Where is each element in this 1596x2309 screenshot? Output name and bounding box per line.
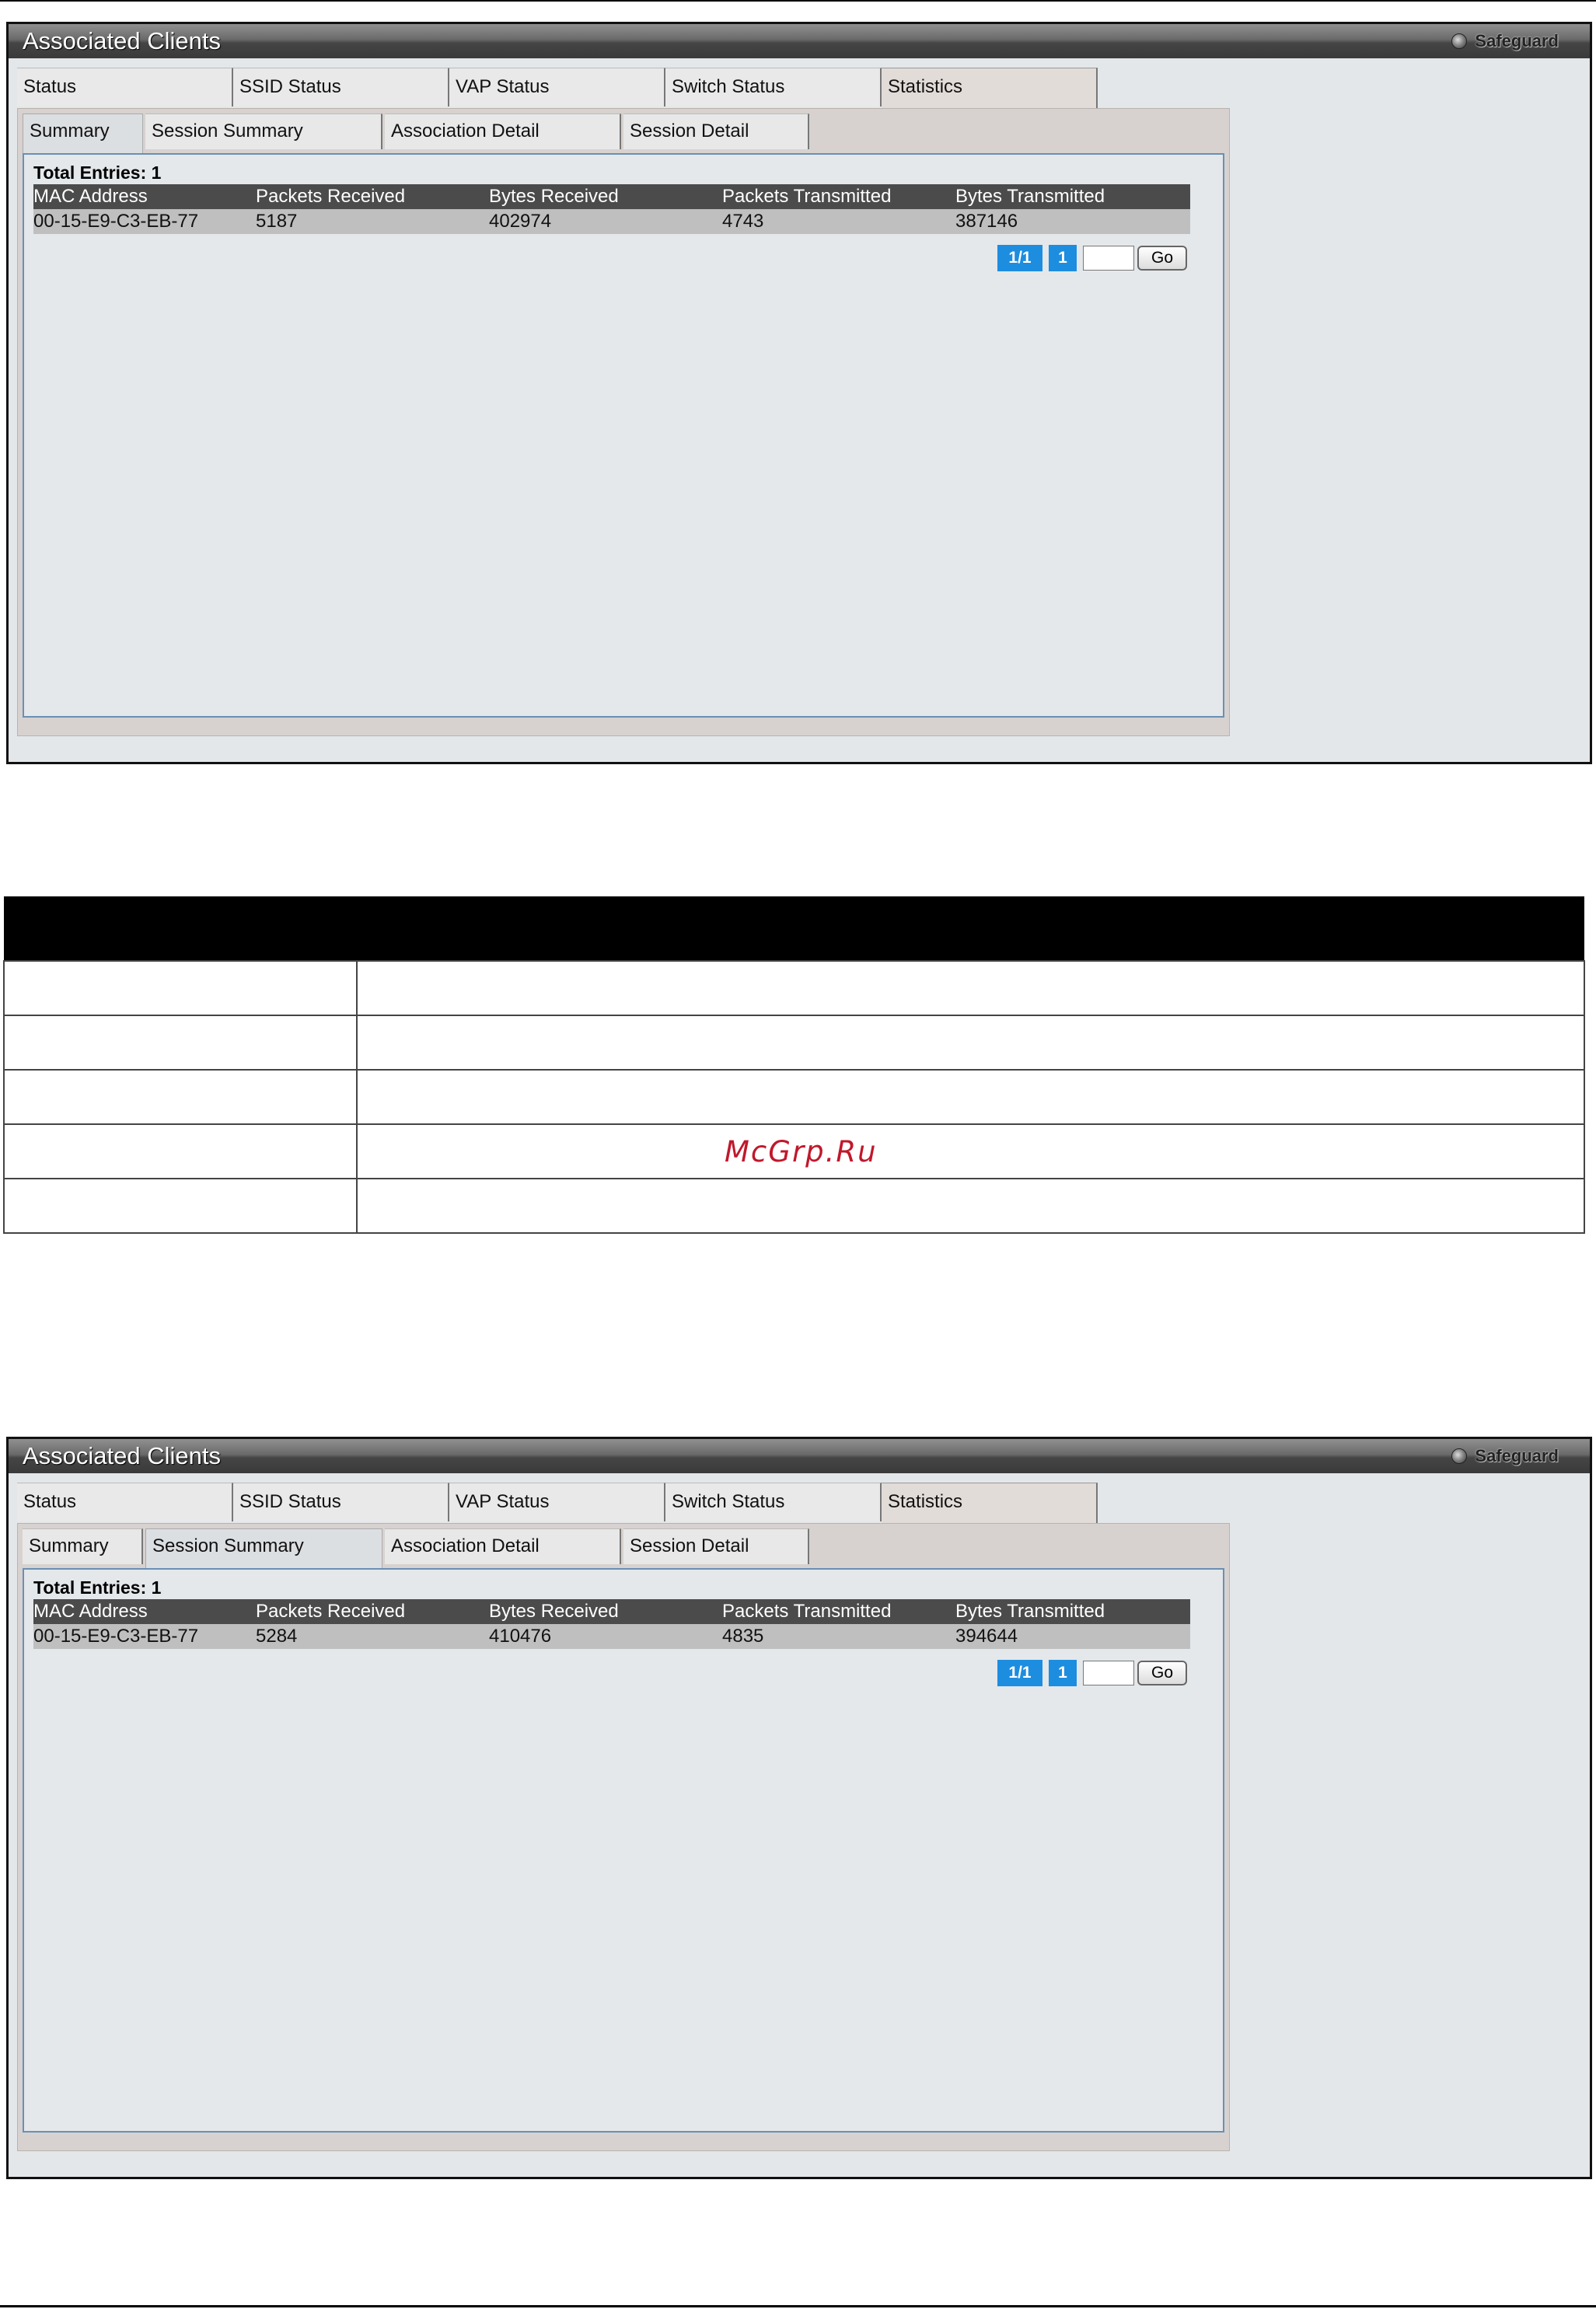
table-row[interactable]: 00-15-E9-C3-EB-77 5187 402974 4743 38714… (33, 209, 1190, 234)
panel-title: Associated Clients (23, 1442, 222, 1469)
sub-tab-bar: Summary Session Summary Association Deta… (23, 114, 812, 154)
subtab-summary[interactable]: Summary (23, 1528, 143, 1564)
cell-bytes-transmitted: 394644 (955, 1626, 1018, 1647)
cell-mac-address: 00-15-E9-C3-EB-77 (33, 211, 199, 232)
col-packets-received: Packets Received (256, 1601, 406, 1622)
cell-packets-received: 5187 (256, 211, 298, 232)
page-number-input[interactable] (1083, 1661, 1134, 1685)
panel-titlebar: Associated Clients Safeguard (9, 1439, 1590, 1473)
go-button[interactable]: Go (1137, 246, 1187, 271)
subtab-summary[interactable]: Summary (23, 114, 143, 154)
cell-bytes-received: 410476 (489, 1626, 552, 1647)
statistics-frame: Summary Session Summary Association Deta… (17, 108, 1230, 736)
tab-ssid-status[interactable]: SSID Status (233, 1483, 449, 1521)
go-button[interactable]: Go (1137, 1661, 1187, 1685)
clients-table: MAC Address Packets Received Bytes Recei… (33, 1599, 1190, 1649)
col-packets-transmitted: Packets Transmitted (722, 1601, 892, 1622)
table-header (4, 896, 1584, 961)
subtab-session-detail[interactable]: Session Detail (623, 1528, 809, 1564)
associated-clients-panel-summary: Associated Clients Safeguard Status SSID… (6, 22, 1592, 764)
col-mac-address: MAC Address (33, 1601, 148, 1622)
col-bytes-transmitted: Bytes Transmitted (955, 1601, 1105, 1622)
table-row (3, 1015, 1585, 1071)
page-of-indicator: 1/1 (997, 245, 1042, 271)
tab-switch-status[interactable]: Switch Status (665, 68, 882, 107)
col-packets-transmitted: Packets Transmitted (722, 186, 892, 207)
table-row (3, 960, 1585, 1016)
pagination: 1/1 1 Go (997, 1660, 1187, 1686)
tab-statistics[interactable]: Statistics (882, 1483, 1098, 1525)
watermark-text: McGrp.Ru (725, 1135, 878, 1168)
col-mac-address: MAC Address (33, 186, 148, 207)
cell-bytes-received: 402974 (489, 211, 552, 232)
total-entries: Total Entries: 1 (33, 162, 162, 183)
statistics-frame: Summary Session Summary Association Deta… (17, 1523, 1230, 2151)
col-bytes-received: Bytes Received (489, 186, 619, 207)
safeguard-status-icon (1451, 1448, 1468, 1464)
tab-vap-status[interactable]: VAP Status (449, 68, 665, 107)
tab-switch-status[interactable]: Switch Status (665, 1483, 882, 1521)
content-area: Total Entries: 1 MAC Address Packets Rec… (23, 153, 1224, 718)
sub-tab-bar: Summary Session Summary Association Deta… (23, 1528, 812, 1569)
top-rule (0, 0, 1596, 2)
total-entries: Total Entries: 1 (33, 1577, 162, 1598)
page-link-1[interactable]: 1 (1049, 245, 1077, 271)
safeguard-status-icon (1451, 33, 1468, 49)
cell-mac-address: 00-15-E9-C3-EB-77 (33, 1626, 199, 1647)
panel-titlebar: Associated Clients Safeguard (9, 24, 1590, 58)
safeguard-indicator[interactable]: Safeguard (1451, 1446, 1559, 1466)
subtab-session-summary[interactable]: Session Summary (145, 114, 382, 149)
cell-packets-received: 5284 (256, 1626, 298, 1647)
cell-bytes-transmitted: 387146 (955, 211, 1018, 232)
content-area: Total Entries: 1 MAC Address Packets Rec… (23, 1568, 1224, 2133)
bottom-rule (0, 2305, 1596, 2307)
tab-vap-status[interactable]: VAP Status (449, 1483, 665, 1521)
top-tab-bar: Status SSID Status VAP Status Switch Sta… (17, 68, 1098, 110)
safeguard-label: Safeguard (1475, 31, 1559, 51)
col-packets-received: Packets Received (256, 186, 406, 207)
table-header-row: MAC Address Packets Received Bytes Recei… (33, 184, 1190, 209)
panel-title: Associated Clients (23, 27, 222, 54)
top-tab-bar: Status SSID Status VAP Status Switch Sta… (17, 1483, 1098, 1525)
table-row (3, 1178, 1585, 1234)
table-header-row: MAC Address Packets Received Bytes Recei… (33, 1599, 1190, 1624)
safeguard-label: Safeguard (1475, 1446, 1559, 1465)
subtab-session-detail[interactable]: Session Detail (623, 114, 809, 149)
parameter-description-table (3, 896, 1585, 1234)
subtab-session-summary[interactable]: Session Summary (145, 1528, 382, 1569)
pagination: 1/1 1 Go (997, 245, 1187, 271)
page-number-input[interactable] (1083, 246, 1134, 271)
table-row[interactable]: 00-15-E9-C3-EB-77 5284 410476 4835 39464… (33, 1624, 1190, 1649)
safeguard-indicator[interactable]: Safeguard (1451, 31, 1559, 51)
page-of-indicator: 1/1 (997, 1660, 1042, 1686)
page-link-1[interactable]: 1 (1049, 1660, 1077, 1686)
cell-packets-transmitted: 4835 (722, 1626, 764, 1647)
tab-status[interactable]: Status (17, 1483, 233, 1521)
subtab-association-detail[interactable]: Association Detail (385, 1528, 621, 1564)
table-row (3, 1069, 1585, 1125)
clients-table: MAC Address Packets Received Bytes Recei… (33, 184, 1190, 234)
tab-status[interactable]: Status (17, 68, 233, 107)
subtab-association-detail[interactable]: Association Detail (385, 114, 621, 149)
tab-statistics[interactable]: Statistics (882, 68, 1098, 110)
tab-ssid-status[interactable]: SSID Status (233, 68, 449, 107)
col-bytes-received: Bytes Received (489, 1601, 619, 1622)
associated-clients-panel-session-summary: Associated Clients Safeguard Status SSID… (6, 1437, 1592, 2179)
cell-packets-transmitted: 4743 (722, 211, 764, 232)
col-bytes-transmitted: Bytes Transmitted (955, 186, 1105, 207)
